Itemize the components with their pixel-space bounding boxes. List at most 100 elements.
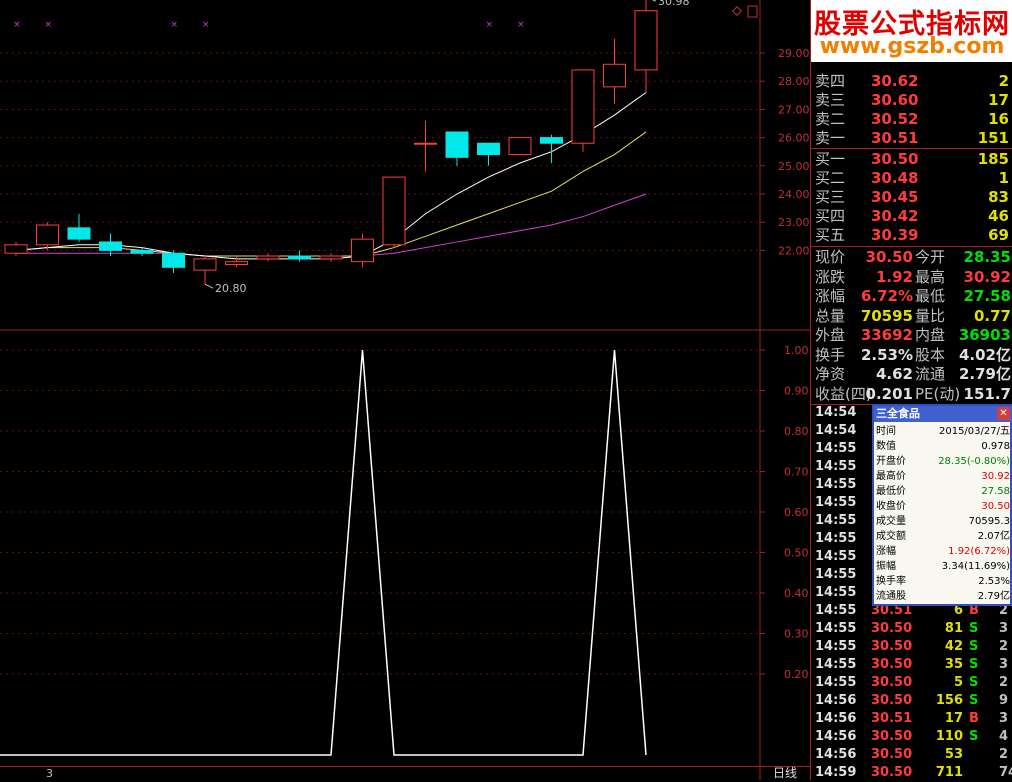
bid-volume: 185 xyxy=(977,150,1009,168)
candlestick[interactable] xyxy=(256,253,280,262)
candlestick[interactable] xyxy=(571,69,595,152)
ask-price: 30.60 xyxy=(871,91,919,109)
data-popup[interactable]: 三全食品 ✕ 时间 2015/03/27/五 数值 0.978 开盘价 28.35(-0.… xyxy=(872,404,1012,606)
candlestick[interactable] xyxy=(4,241,28,257)
candlestick[interactable] xyxy=(540,134,563,163)
ask-volume: 2 xyxy=(998,72,1009,90)
candle-body xyxy=(193,258,217,271)
stat-value: 6.72% xyxy=(860,287,913,305)
popup-key: 最低价 xyxy=(876,486,906,497)
candlestick[interactable] xyxy=(382,176,406,248)
ask-volume: 151 xyxy=(977,129,1009,147)
candle-body xyxy=(4,244,28,254)
period-day-tab[interactable]: 日线 xyxy=(762,766,808,780)
bid-row: 买三 30.45 83 xyxy=(813,188,1011,206)
indicator-y-tick-label: 0.20 xyxy=(784,668,809,681)
candlestick[interactable] xyxy=(414,120,437,172)
ask-label: 卖一 xyxy=(815,129,846,147)
candlestick[interactable] xyxy=(99,233,122,257)
popup-row: 振幅 3.34(11.69%) xyxy=(876,559,1010,574)
candlestick[interactable] xyxy=(477,142,500,166)
candle-body xyxy=(445,131,469,158)
stat-label: 最低 xyxy=(915,287,946,305)
bid-stats-divider xyxy=(811,246,1012,247)
popup-key: 成交量 xyxy=(876,516,906,527)
tick-price: 30.50 xyxy=(871,729,913,744)
bid-price: 30.45 xyxy=(871,188,919,206)
bid-label: 买五 xyxy=(815,226,846,244)
tick-time: 14:55 xyxy=(815,603,857,618)
close-icon[interactable]: ✕ xyxy=(997,407,1010,420)
stat-value: 30.50 xyxy=(865,248,913,266)
kline-chart-svg[interactable]: 29.00 28.00 27.00 26.00 25.00 24.00 23.00 22.00… xyxy=(0,0,810,780)
candlestick[interactable] xyxy=(319,253,343,262)
stat-value: 27.58 xyxy=(963,287,1011,305)
candlestick[interactable] xyxy=(193,256,217,285)
stat-row: 涨跌 1.92 最高 30.92 xyxy=(813,268,1011,286)
chart-area[interactable]: 29.00 28.00 27.00 26.00 25.00 24.00 23.00 22.00… xyxy=(0,0,810,780)
popup-value: 28.35(-0.80%) xyxy=(938,456,1010,467)
stat-label: 外盘 xyxy=(815,326,846,344)
bottom-axis: 3 xyxy=(0,766,810,781)
stat-value: 33692 xyxy=(860,326,913,344)
stat-row: 总量 70595 量比 0.77 xyxy=(813,307,1011,325)
tick-count: 3 xyxy=(999,711,1009,726)
candlestick[interactable] xyxy=(162,250,185,273)
candlestick[interactable] xyxy=(351,233,374,268)
popup-row: 时间 2015/03/27/五 xyxy=(876,424,1010,439)
popup-value: 27.58 xyxy=(981,486,1010,497)
candlestick[interactable] xyxy=(67,213,91,242)
tick-volume: 711 xyxy=(935,765,963,780)
candlestick[interactable] xyxy=(603,38,626,104)
tick-price: 30.50 xyxy=(871,675,913,690)
tick-count: 3 xyxy=(999,621,1009,636)
candlestick[interactable] xyxy=(508,137,532,156)
stat-row: 收益(四) 0.201 PE(动) 151.7 xyxy=(813,385,1011,403)
tick-row: 14:56 30.50 156 S 9 xyxy=(813,692,1012,710)
candle-body xyxy=(225,261,248,265)
ask-price: 30.62 xyxy=(871,72,919,90)
low-price-label: 20.80 xyxy=(215,282,247,295)
tick-volume: 17 xyxy=(944,711,963,726)
indicator-y-tick-label: 0.80 xyxy=(784,425,809,438)
pane-window-icon[interactable] xyxy=(747,5,758,18)
candle-body xyxy=(162,252,185,268)
stat-value: 2.53% xyxy=(860,345,913,364)
candlestick[interactable] xyxy=(288,250,311,262)
popup-value: 2015/03/27/五 xyxy=(938,426,1010,437)
popup-row: 换手率 2.53% xyxy=(876,574,1010,589)
candlestick[interactable] xyxy=(36,222,59,251)
tick-row: 14:59 30.50 711 74 xyxy=(813,764,1012,782)
candle-body xyxy=(256,255,280,260)
tick-side: S xyxy=(969,657,979,672)
tick-time: 14:55 xyxy=(815,513,857,528)
kline-y-tick-label: 26.00 xyxy=(778,132,810,145)
tick-time: 14:55 xyxy=(815,621,857,636)
popup-key: 振幅 xyxy=(876,561,896,572)
candlestick[interactable] xyxy=(445,131,469,166)
stat-row: 换手 2.53% 股本 4.02亿 xyxy=(813,346,1011,364)
candlestick[interactable] xyxy=(634,0,658,93)
popup-row: 涨幅 1.92(6.72%) xyxy=(876,544,1010,559)
tick-time: 14:56 xyxy=(815,747,857,762)
popup-value: 1.92(6.72%) xyxy=(948,546,1010,557)
stat-label: 流通 xyxy=(915,365,946,383)
indicator-y-tick-label: 0.40 xyxy=(784,587,809,600)
pane-toggle-icon[interactable] xyxy=(732,6,742,16)
indicator-y-tick-label: 0.90 xyxy=(784,385,809,398)
tick-time: 14:55 xyxy=(815,639,857,654)
tick-count: 2 xyxy=(999,639,1009,654)
candle-body xyxy=(414,142,437,145)
tick-side: S xyxy=(969,639,979,654)
tick-price: 30.50 xyxy=(871,747,913,762)
tick-time: 14:55 xyxy=(815,531,857,546)
stat-value: 0.201 xyxy=(865,384,913,403)
tick-price: 30.50 xyxy=(871,693,913,708)
bid-label: 买一 xyxy=(815,150,846,168)
tick-volume: 53 xyxy=(944,747,963,762)
popup-title[interactable]: 三全食品 xyxy=(874,406,1012,422)
signal-marker: × xyxy=(13,20,21,30)
indicator-y-tick-label: 0.60 xyxy=(784,506,809,519)
stat-label: 涨幅 xyxy=(815,287,846,305)
stat-label: 量比 xyxy=(915,306,946,325)
